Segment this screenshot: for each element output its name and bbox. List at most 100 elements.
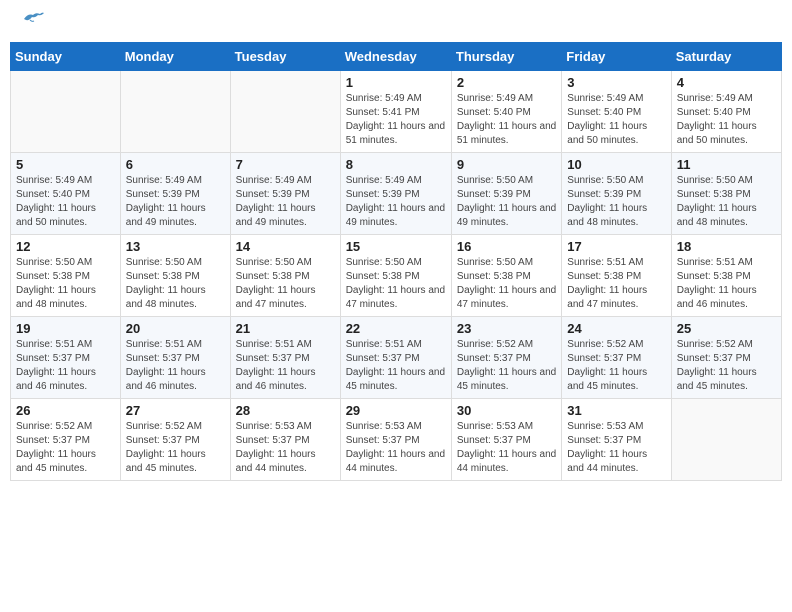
day-info: Sunrise: 5:50 AMSunset: 5:38 PMDaylight:… — [457, 256, 556, 312]
calendar-cell: 13 Sunrise: 5:50 AMSunset: 5:38 PMDayligh… — [120, 235, 230, 317]
day-number: 7 — [236, 157, 335, 172]
day-info: Sunrise: 5:53 AMSunset: 5:37 PMDaylight:… — [567, 420, 665, 476]
day-info: Sunrise: 5:52 AMSunset: 5:37 PMDaylight:… — [567, 338, 665, 394]
day-number: 10 — [567, 157, 665, 172]
calendar-week-row: 12 Sunrise: 5:50 AMSunset: 5:38 PMDayligh… — [11, 235, 782, 317]
day-info: Sunrise: 5:49 AMSunset: 5:40 PMDaylight:… — [457, 92, 556, 148]
day-number: 30 — [457, 403, 556, 418]
calendar-cell: 3 Sunrise: 5:49 AMSunset: 5:40 PMDaylight… — [562, 71, 671, 153]
day-number: 14 — [236, 239, 335, 254]
day-info: Sunrise: 5:51 AMSunset: 5:37 PMDaylight:… — [16, 338, 115, 394]
day-number: 6 — [126, 157, 225, 172]
calendar-cell: 15Sunrise: 5:50 AMSunset: 5:38 PMDayligh… — [340, 235, 451, 317]
day-info: Sunrise: 5:50 AMSunset: 5:38 PMDaylight:… — [236, 256, 335, 312]
weekday-header-saturday: Saturday — [671, 43, 781, 71]
calendar-table: SundayMondayTuesdayWednesdayThursdayFrid… — [10, 42, 782, 481]
day-number: 21 — [236, 321, 335, 336]
calendar-cell: 8 Sunrise: 5:49 AMSunset: 5:39 PMDaylight… — [340, 153, 451, 235]
calendar-cell: 10 Sunrise: 5:50 AMSunset: 5:39 PMDayligh… — [562, 153, 671, 235]
day-info: Sunrise: 5:51 AMSunset: 5:38 PMDaylight:… — [677, 256, 776, 312]
day-info: Sunrise: 5:52 AMSunset: 5:37 PMDaylight:… — [126, 420, 225, 476]
day-info: Sunrise: 5:52 AMSunset: 5:37 PMDaylight:… — [457, 338, 556, 394]
page-header — [10, 10, 782, 32]
day-info: Sunrise: 5:53 AMSunset: 5:37 PMDaylight:… — [346, 420, 446, 476]
day-info: Sunrise: 5:49 AMSunset: 5:39 PMDaylight:… — [236, 174, 335, 230]
day-number: 13 — [126, 239, 225, 254]
day-number: 1 — [346, 75, 446, 90]
day-number: 22 — [346, 321, 446, 336]
day-number: 23 — [457, 321, 556, 336]
day-info: Sunrise: 5:50 AMSunset: 5:39 PMDaylight:… — [457, 174, 556, 230]
day-number: 18 — [677, 239, 776, 254]
day-number: 9 — [457, 157, 556, 172]
day-number: 28 — [236, 403, 335, 418]
day-number: 11 — [677, 157, 776, 172]
day-number: 19 — [16, 321, 115, 336]
day-number: 2 — [457, 75, 556, 90]
day-info: Sunrise: 5:50 AMSunset: 5:39 PMDaylight:… — [567, 174, 665, 230]
day-number: 4 — [677, 75, 776, 90]
day-info: Sunrise: 5:50 AMSunset: 5:38 PMDaylight:… — [677, 174, 776, 230]
calendar-cell: 24 Sunrise: 5:52 AMSunset: 5:37 PMDayligh… — [562, 317, 671, 399]
calendar-cell: 26Sunrise: 5:52 AMSunset: 5:37 PMDayligh… — [11, 399, 121, 481]
calendar-cell: 19 Sunrise: 5:51 AMSunset: 5:37 PMDayligh… — [11, 317, 121, 399]
day-info: Sunrise: 5:53 AMSunset: 5:37 PMDaylight:… — [457, 420, 556, 476]
day-number: 27 — [126, 403, 225, 418]
calendar-cell: 9 Sunrise: 5:50 AMSunset: 5:39 PMDaylight… — [451, 153, 561, 235]
day-number: 8 — [346, 157, 446, 172]
day-info: Sunrise: 5:49 AMSunset: 5:40 PMDaylight:… — [567, 92, 665, 148]
day-info: Sunrise: 5:49 AMSunset: 5:39 PMDaylight:… — [126, 174, 225, 230]
calendar-cell: 29 Sunrise: 5:53 AMSunset: 5:37 PMDayligh… — [340, 399, 451, 481]
calendar-cell: 20Sunrise: 5:51 AMSunset: 5:37 PMDayligh… — [120, 317, 230, 399]
day-info: Sunrise: 5:50 AMSunset: 5:38 PMDaylight:… — [346, 256, 446, 312]
calendar-cell: 6 Sunrise: 5:49 AMSunset: 5:39 PMDaylight… — [120, 153, 230, 235]
day-info: Sunrise: 5:49 AMSunset: 5:41 PMDaylight:… — [346, 92, 446, 148]
day-info: Sunrise: 5:52 AMSunset: 5:37 PMDaylight:… — [16, 420, 115, 476]
day-number: 20 — [126, 321, 225, 336]
calendar-cell: 1 Sunrise: 5:49 AMSunset: 5:41 PMDaylight… — [340, 71, 451, 153]
day-info: Sunrise: 5:49 AMSunset: 5:40 PMDaylight:… — [677, 92, 776, 148]
weekday-header-sunday: Sunday — [11, 43, 121, 71]
calendar-cell: 23 Sunrise: 5:52 AMSunset: 5:37 PMDayligh… — [451, 317, 561, 399]
calendar-cell: 17Sunrise: 5:51 AMSunset: 5:38 PMDayligh… — [562, 235, 671, 317]
calendar-cell: 12 Sunrise: 5:50 AMSunset: 5:38 PMDayligh… — [11, 235, 121, 317]
logo — [20, 15, 44, 27]
day-number: 24 — [567, 321, 665, 336]
calendar-cell: 7 Sunrise: 5:49 AMSunset: 5:39 PMDaylight… — [230, 153, 340, 235]
calendar-header-row: SundayMondayTuesdayWednesdayThursdayFrid… — [11, 43, 782, 71]
calendar-cell: 11 Sunrise: 5:50 AMSunset: 5:38 PMDayligh… — [671, 153, 781, 235]
day-number: 29 — [346, 403, 446, 418]
calendar-cell — [671, 399, 781, 481]
day-info: Sunrise: 5:50 AMSunset: 5:38 PMDaylight:… — [16, 256, 115, 312]
calendar-cell: 18 Sunrise: 5:51 AMSunset: 5:38 PMDayligh… — [671, 235, 781, 317]
calendar-cell: 30 Sunrise: 5:53 AMSunset: 5:37 PMDayligh… — [451, 399, 561, 481]
calendar-cell — [120, 71, 230, 153]
calendar-cell: 16 Sunrise: 5:50 AMSunset: 5:38 PMDayligh… — [451, 235, 561, 317]
calendar-week-row: 26Sunrise: 5:52 AMSunset: 5:37 PMDayligh… — [11, 399, 782, 481]
day-info: Sunrise: 5:50 AMSunset: 5:38 PMDaylight:… — [126, 256, 225, 312]
day-info: Sunrise: 5:49 AMSunset: 5:40 PMDaylight:… — [16, 174, 115, 230]
day-number: 3 — [567, 75, 665, 90]
day-number: 31 — [567, 403, 665, 418]
calendar-cell: 25 Sunrise: 5:52 AMSunset: 5:37 PMDayligh… — [671, 317, 781, 399]
weekday-header-tuesday: Tuesday — [230, 43, 340, 71]
day-info: Sunrise: 5:49 AMSunset: 5:39 PMDaylight:… — [346, 174, 446, 230]
day-info: Sunrise: 5:53 AMSunset: 5:37 PMDaylight:… — [236, 420, 335, 476]
day-number: 16 — [457, 239, 556, 254]
day-number: 12 — [16, 239, 115, 254]
day-info: Sunrise: 5:52 AMSunset: 5:37 PMDaylight:… — [677, 338, 776, 394]
day-number: 5 — [16, 157, 115, 172]
calendar-cell — [11, 71, 121, 153]
weekday-header-friday: Friday — [562, 43, 671, 71]
calendar-cell: 2 Sunrise: 5:49 AMSunset: 5:40 PMDaylight… — [451, 71, 561, 153]
weekday-header-monday: Monday — [120, 43, 230, 71]
calendar-cell: 22 Sunrise: 5:51 AMSunset: 5:37 PMDayligh… — [340, 317, 451, 399]
day-info: Sunrise: 5:51 AMSunset: 5:37 PMDaylight:… — [346, 338, 446, 394]
day-number: 25 — [677, 321, 776, 336]
calendar-week-row: 19 Sunrise: 5:51 AMSunset: 5:37 PMDayligh… — [11, 317, 782, 399]
day-info: Sunrise: 5:51 AMSunset: 5:38 PMDaylight:… — [567, 256, 665, 312]
calendar-cell — [230, 71, 340, 153]
calendar-week-row: 1 Sunrise: 5:49 AMSunset: 5:41 PMDaylight… — [11, 71, 782, 153]
calendar-cell: 28 Sunrise: 5:53 AMSunset: 5:37 PMDayligh… — [230, 399, 340, 481]
weekday-header-thursday: Thursday — [451, 43, 561, 71]
